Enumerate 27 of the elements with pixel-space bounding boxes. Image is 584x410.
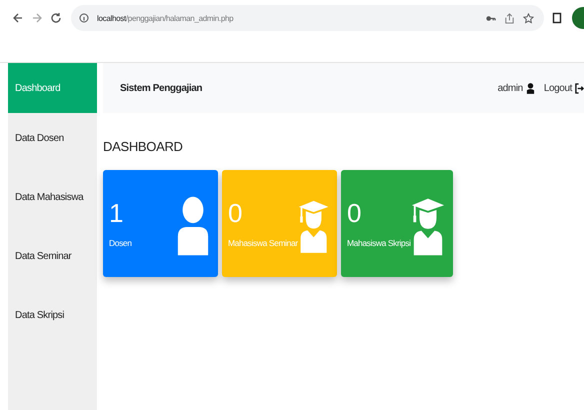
sidebar-item[interactable]: Data Seminar <box>8 231 97 281</box>
profile-avatar[interactable] <box>572 7 584 29</box>
app-title: Sistem Penggajian <box>120 82 202 94</box>
sidebar-item[interactable]: Data Mahasiswa <box>8 172 97 222</box>
star-icon[interactable] <box>523 12 534 24</box>
url-text: localhost/penggajian/halaman_admin.php <box>97 14 234 22</box>
share-icon[interactable] <box>504 12 515 24</box>
username: admin <box>498 82 523 94</box>
address-bar[interactable]: localhost/penggajian/halaman_admin.php <box>71 5 544 31</box>
person-icon <box>176 196 210 256</box>
info-icon <box>79 13 89 23</box>
logout-icon[interactable] <box>575 82 584 94</box>
sidebar-item[interactable]: Data Dosen <box>8 113 97 163</box>
stat-label: Mahasiswa Seminar <box>228 238 298 248</box>
stat-label: Dosen <box>109 238 132 248</box>
stat-count: 0 <box>228 200 244 226</box>
reload-icon[interactable] <box>50 12 62 24</box>
page-heading: DASHBOARD <box>103 139 184 154</box>
stat-count: 1 <box>109 200 124 226</box>
user-icon <box>526 82 535 94</box>
logout-link[interactable]: Logout <box>544 82 572 94</box>
sidebar-icon[interactable] <box>551 12 563 24</box>
back-icon[interactable] <box>12 12 24 24</box>
sidebar-item[interactable]: Data Skripsi <box>8 290 97 340</box>
stat-label: Mahasiswa Skripsi <box>347 238 411 248</box>
graduate-icon <box>411 196 445 256</box>
stat-count: 0 <box>347 200 362 226</box>
